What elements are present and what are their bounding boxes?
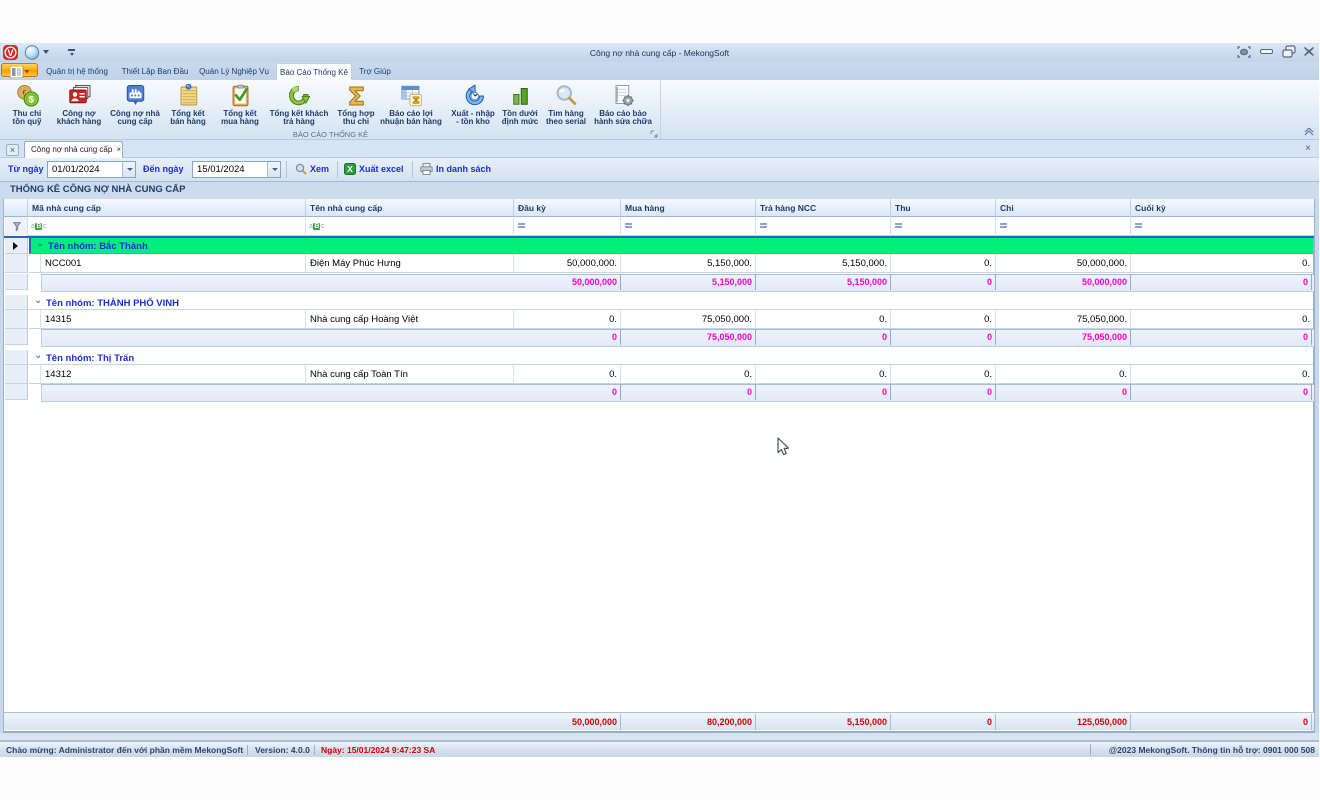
svg-text:$: $ — [28, 94, 33, 104]
svg-text:X: X — [347, 164, 353, 174]
